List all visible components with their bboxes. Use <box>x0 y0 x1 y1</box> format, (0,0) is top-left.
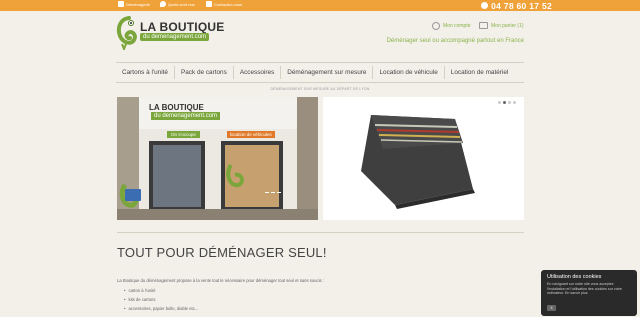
logo-title: LA BOUTIQUE <box>140 20 225 34</box>
list-item: carton à l'unité <box>124 288 155 293</box>
my-account-label: Mon compte <box>443 23 471 29</box>
list-item: accessoires, papier bulle, diable etc... <box>124 306 198 311</box>
tagline: Déménager seul ou accompagné partout en … <box>386 38 524 44</box>
my-cart-link[interactable]: Mon panier (1) <box>479 22 524 29</box>
nav-item-demenagement[interactable]: Déménagement sur mesure <box>281 66 374 79</box>
topbar-link-2[interactable]: Quels sont nos <box>160 1 195 7</box>
phone-icon <box>481 2 489 9</box>
cookie-title: Utilisation des cookies <box>547 274 602 280</box>
slider-dot-4[interactable] <box>513 101 516 104</box>
topbar-link-1[interactable]: Déménagerie <box>118 1 150 7</box>
location-pin-icon <box>160 1 166 7</box>
cart-icon <box>479 22 488 29</box>
cookie-body[interactable]: En naviguant sur notre site vous accepte… <box>547 282 631 296</box>
topbar-link-3-label: Contactez-nous <box>214 1 243 7</box>
topbar-link-3[interactable]: Contactez-nous <box>206 1 242 7</box>
my-account-link[interactable]: Mon compte <box>432 22 471 30</box>
mail-icon <box>206 1 212 7</box>
slider-dot-3[interactable] <box>508 101 511 104</box>
storefront-banner-left: On s'occupe <box>167 131 200 138</box>
main-nav: Cartons à l'unité Pack de cartons Access… <box>116 62 524 83</box>
topbar-link-1-label: Déménagerie <box>126 1 151 7</box>
logo-subtitle: du demenagement.com <box>140 33 210 41</box>
topbar-link-2-label: Quels sont nos <box>168 1 195 7</box>
divider <box>117 232 524 233</box>
site-logo[interactable]: LA BOUTIQUE du demenagement.com <box>116 16 226 54</box>
intro-text: La Boutique du déménagement propose à la… <box>117 278 324 283</box>
top-bar: Déménagerie Quels sont nos Contactez-nou… <box>0 0 640 11</box>
slide-storefront-image[interactable]: LA BOUTIQUE du demenagement.com On s'occ… <box>117 97 318 220</box>
slider-storefront-pager[interactable] <box>265 192 281 193</box>
slider-dot-1[interactable] <box>498 101 501 104</box>
nav-item-accessoires[interactable]: Accessoires <box>234 66 282 79</box>
nav-item-cartons[interactable]: Cartons à l'unité <box>116 66 175 79</box>
chameleon-logo-icon <box>116 16 137 50</box>
user-icon <box>432 22 440 30</box>
breadcrumb: DÉMÉNAGEMENT SUR MESURE AU DÉPART DE LYO… <box>270 87 370 91</box>
storefront-sign: LA BOUTIQUE <box>149 103 204 112</box>
nav-item-location-materiel[interactable]: Location de matériel <box>445 66 515 79</box>
chat-icon <box>118 1 124 7</box>
storefront-banner-right: location de véhicules <box>227 131 275 138</box>
moving-blanket-illustration <box>361 115 475 209</box>
slider-pagination <box>498 101 516 104</box>
page-heading: TOUT POUR DÉMÉNAGER SEUL! <box>117 245 327 260</box>
nav-item-location-vehicule[interactable]: Location de véhicule <box>373 66 445 79</box>
my-cart-label: Mon panier (1) <box>491 22 524 29</box>
list-item: kits de cartons <box>124 297 155 302</box>
cookie-banner: Utilisation des cookies En naviguant sur… <box>541 270 637 316</box>
slider-dot-2[interactable] <box>503 101 506 104</box>
nav-item-pack-cartons[interactable]: Pack de cartons <box>175 66 234 79</box>
storefront-sign-sub: du demenagement.com <box>151 112 221 120</box>
phone-number[interactable]: 04 78 60 17 52 <box>481 0 552 11</box>
cookie-close-button[interactable]: X <box>547 305 556 311</box>
slide-moving-blanket-image[interactable] <box>323 97 524 220</box>
phone-number-text: 04 78 60 17 52 <box>491 0 552 11</box>
